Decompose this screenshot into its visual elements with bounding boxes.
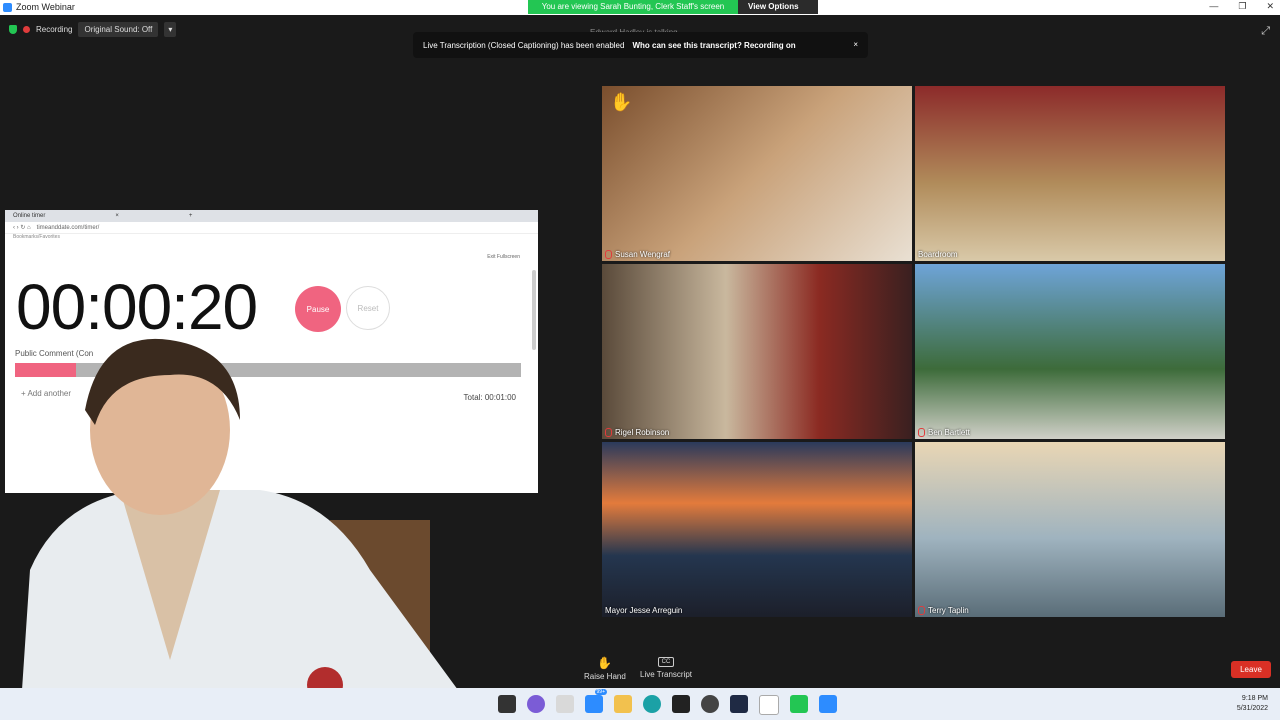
bookmarks-bar[interactable]: Bookmarks/Favorites bbox=[5, 234, 538, 243]
leave-button[interactable]: Leave bbox=[1231, 661, 1271, 678]
browser-scrollbar[interactable] bbox=[532, 270, 536, 350]
taskbar-icons: 99+ bbox=[498, 689, 837, 715]
windows-taskbar: 99+ 9:18 PM 5/31/2022 bbox=[0, 688, 1280, 720]
close-notification-icon[interactable]: × bbox=[853, 40, 858, 49]
app-icon[interactable] bbox=[790, 695, 808, 713]
document-icon[interactable] bbox=[759, 695, 779, 715]
meeting-status-bar: Recording Original Sound: Off ▾ bbox=[0, 20, 177, 38]
video-tile[interactable]: Mayor Jesse Arreguin bbox=[602, 442, 912, 617]
file-explorer-icon[interactable] bbox=[614, 695, 632, 713]
viewing-screen-label: You are viewing Sarah Bunting, Clerk Sta… bbox=[528, 0, 738, 14]
recording-icon bbox=[23, 25, 30, 33]
nav-arrows-icon[interactable]: ‹ › ↻ ⌂ bbox=[13, 224, 31, 231]
screen-share-banner: You are viewing Sarah Bunting, Clerk Sta… bbox=[528, 0, 818, 14]
video-tile[interactable]: ✋ Susan Wengraf bbox=[602, 86, 912, 261]
exit-fullscreen-link[interactable]: Exit Fullscreen bbox=[487, 254, 520, 260]
view-options-button[interactable]: View Options bbox=[738, 0, 818, 14]
browser-tab-bar: Online timer × + bbox=[5, 210, 538, 222]
video-tile[interactable]: Ben Bartlett bbox=[915, 264, 1225, 439]
transcription-notification: Live Transcription (Closed Captioning) h… bbox=[413, 32, 868, 58]
video-tile[interactable]: Rigel Robinson bbox=[602, 264, 912, 439]
webcam-person-overlay bbox=[20, 338, 480, 720]
new-tab-button[interactable]: + bbox=[189, 213, 193, 219]
muted-mic-icon bbox=[918, 428, 925, 437]
terminal-icon[interactable] bbox=[672, 695, 690, 713]
original-sound-button[interactable]: Original Sound: Off bbox=[78, 21, 159, 37]
security-shield-icon[interactable] bbox=[9, 24, 17, 34]
chat-icon[interactable] bbox=[527, 695, 545, 713]
close-button[interactable]: ✕ bbox=[1266, 1, 1274, 12]
video-tile[interactable]: Boardroom bbox=[915, 86, 1225, 261]
chrome-icon[interactable] bbox=[701, 695, 719, 713]
participant-name: Mayor Jesse Arreguin bbox=[605, 606, 683, 615]
muted-mic-icon bbox=[605, 250, 612, 259]
minimize-button[interactable]: — bbox=[1209, 1, 1218, 12]
raise-hand-label: Raise Hand bbox=[584, 672, 626, 681]
clock-time: 9:18 PM bbox=[1241, 695, 1268, 702]
participant-name: Susan Wengraf bbox=[605, 250, 670, 259]
clock-date: 5/31/2022 bbox=[1236, 705, 1268, 712]
video-tile[interactable]: Terry Taplin bbox=[915, 442, 1225, 617]
raise-hand-button[interactable]: ✋ Raise Hand bbox=[584, 656, 626, 681]
raise-hand-icon: ✋ bbox=[597, 656, 613, 670]
zoom-app-icon bbox=[3, 2, 12, 12]
participant-name: Rigel Robinson bbox=[605, 428, 669, 437]
window-title: Zoom Webinar bbox=[16, 2, 75, 12]
muted-mic-icon bbox=[605, 428, 612, 437]
recording-label[interactable]: Recording bbox=[36, 25, 72, 34]
live-transcript-button[interactable]: CC Live Transcript bbox=[640, 656, 692, 679]
participant-name: Terry Taplin bbox=[918, 606, 969, 615]
zoom-taskbar-icon[interactable] bbox=[819, 695, 837, 713]
mail-icon[interactable]: 99+ bbox=[585, 689, 607, 713]
pause-button[interactable]: Pause bbox=[295, 286, 341, 332]
closed-caption-icon: CC bbox=[657, 657, 675, 667]
reset-button[interactable]: Reset bbox=[346, 286, 390, 330]
settings-icon[interactable] bbox=[556, 695, 574, 713]
app-title: Zoom Webinar bbox=[3, 2, 75, 12]
participant-name: Boardroom bbox=[918, 250, 958, 259]
transcription-enabled-text: Live Transcription (Closed Captioning) h… bbox=[423, 40, 625, 50]
task-view-icon[interactable] bbox=[498, 695, 516, 713]
live-transcript-label: Live Transcript bbox=[640, 670, 693, 679]
edge-browser-icon[interactable] bbox=[643, 695, 661, 713]
editor-icon[interactable] bbox=[730, 695, 748, 713]
transcript-visibility-link[interactable]: Who can see this transcript? Recording o… bbox=[632, 41, 795, 50]
muted-mic-icon bbox=[918, 606, 925, 615]
system-clock[interactable]: 9:18 PM 5/31/2022 bbox=[1237, 694, 1268, 714]
window-controls: — ❐ ✕ bbox=[1209, 1, 1274, 12]
url-text[interactable]: timeanddate.com/timer/ bbox=[37, 225, 100, 231]
participant-name: Ben Bartlett bbox=[918, 428, 970, 437]
browser-tab[interactable]: Online timer bbox=[13, 213, 45, 219]
fullscreen-icon[interactable]: ⤢ bbox=[1261, 25, 1270, 38]
chevron-down-icon[interactable]: ▾ bbox=[164, 21, 177, 37]
mail-badge: 99+ bbox=[594, 689, 607, 695]
tab-close-icon[interactable]: × bbox=[115, 213, 119, 219]
restore-button[interactable]: ❐ bbox=[1238, 1, 1246, 12]
raised-hand-icon: ✋ bbox=[610, 92, 633, 112]
address-bar[interactable]: ‹ › ↻ ⌂ timeanddate.com/timer/ bbox=[5, 222, 538, 234]
